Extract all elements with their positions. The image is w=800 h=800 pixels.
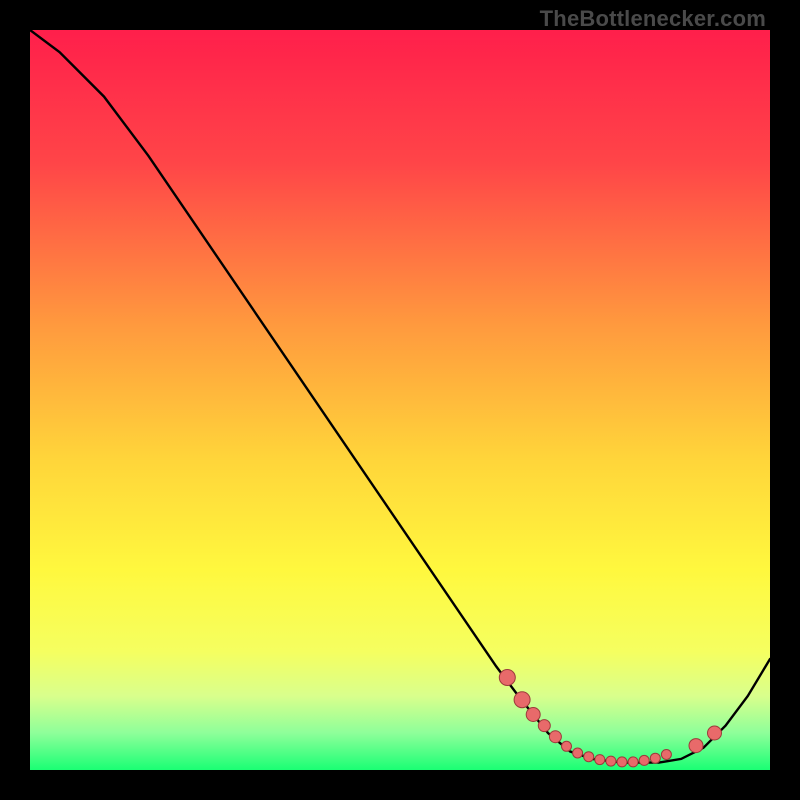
gradient-rect xyxy=(30,30,770,770)
highlight-dot xyxy=(499,670,515,686)
highlight-dot xyxy=(562,741,572,751)
highlight-dot xyxy=(584,752,594,762)
highlight-dot xyxy=(526,708,540,722)
highlight-dot xyxy=(595,755,605,765)
highlight-dot xyxy=(628,757,638,767)
highlight-dot xyxy=(573,748,583,758)
highlight-dot xyxy=(639,755,649,765)
watermark-text: TheBottlenecker.com xyxy=(540,6,766,32)
highlight-dot xyxy=(549,731,561,743)
highlight-dot xyxy=(661,750,671,760)
highlight-dot xyxy=(617,757,627,767)
chart-svg xyxy=(30,30,770,770)
highlight-dot xyxy=(538,720,550,732)
highlight-dot xyxy=(606,756,616,766)
highlight-dot xyxy=(514,692,530,708)
highlight-dot xyxy=(689,739,703,753)
chart-stage: TheBottlenecker.com xyxy=(0,0,800,800)
highlight-dot xyxy=(708,726,722,740)
plot-area xyxy=(30,30,770,770)
highlight-dot xyxy=(650,753,660,763)
